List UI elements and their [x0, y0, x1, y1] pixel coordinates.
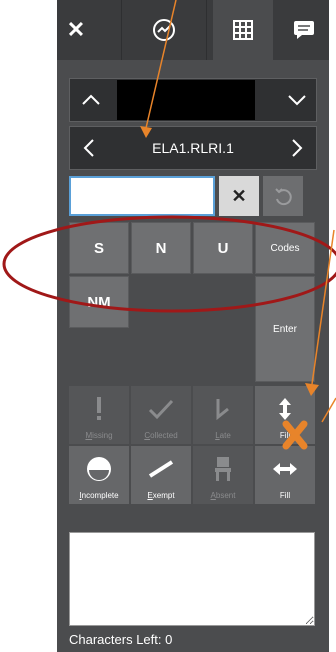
late-icon	[216, 398, 229, 420]
chevron-right-icon	[292, 139, 303, 157]
comment-tab[interactable]	[279, 0, 329, 60]
chevron-up-icon	[82, 94, 100, 105]
grade-entry-panel: ✕ ELA1.RLRI.1 ✕ S N U Codes NM Enter Mis…	[57, 0, 329, 652]
score-key-label: NM	[87, 293, 111, 311]
fill-horizontal-button[interactable]: Fill	[255, 446, 315, 504]
score-key-s[interactable]: S	[69, 222, 129, 274]
slash-icon	[148, 459, 174, 478]
characters-left: Characters Left: 0	[69, 632, 173, 647]
half-circle-icon	[87, 456, 111, 481]
absent-button[interactable]: Absent	[193, 446, 253, 504]
exempt-button[interactable]: Exempt	[131, 446, 191, 504]
late-label: Late	[215, 431, 231, 440]
undo-icon	[275, 188, 292, 206]
missing-label: Missing	[85, 431, 113, 440]
collected-button[interactable]: Collected	[131, 386, 191, 444]
score-key-n[interactable]: N	[131, 222, 191, 274]
grade-input[interactable]	[69, 176, 215, 216]
codes-button[interactable]: Codes	[255, 222, 315, 274]
exempt-label: Exempt	[147, 491, 175, 500]
score-key-label: S	[93, 239, 104, 257]
comment-icon	[294, 21, 314, 39]
fill-label: Fill	[279, 491, 291, 500]
score-key-label: U	[217, 239, 229, 257]
fill-label: Fill	[279, 431, 291, 440]
checkmark-icon	[148, 399, 174, 419]
incomplete-button[interactable]: Incomplete	[69, 446, 129, 504]
previous-student-button[interactable]	[71, 80, 111, 120]
horizontal-arrows-icon	[273, 462, 297, 475]
missing-button[interactable]: Missing	[69, 386, 129, 444]
grid-icon	[233, 20, 253, 40]
comment-textarea[interactable]	[69, 532, 315, 626]
close-button[interactable]: ✕	[57, 0, 95, 60]
chart-tab[interactable]	[121, 0, 207, 60]
vertical-arrows-icon	[279, 397, 291, 420]
absent-label: Absent	[210, 491, 236, 500]
next-student-button[interactable]	[277, 80, 317, 120]
grid-tab[interactable]	[213, 0, 273, 60]
student-name-redacted	[117, 80, 255, 120]
incomplete-label: Incomplete	[79, 491, 119, 500]
chevron-down-icon	[288, 95, 306, 106]
enter-button[interactable]: Enter	[255, 276, 315, 382]
codes-label: Codes	[270, 242, 300, 254]
score-key-nm[interactable]: NM	[69, 276, 129, 328]
score-key-label: N	[155, 239, 167, 257]
trend-chart-icon	[153, 19, 175, 41]
undo-button[interactable]	[263, 176, 303, 216]
exclamation-icon	[97, 396, 101, 420]
chair-icon	[215, 456, 231, 481]
collected-label: Collected	[144, 431, 178, 440]
chevron-left-icon	[83, 139, 94, 157]
close-icon: ✕	[66, 17, 86, 42]
previous-standard-button[interactable]	[71, 128, 107, 168]
top-toolbar: ✕	[57, 0, 329, 60]
late-button[interactable]: Late	[193, 386, 253, 444]
clear-button[interactable]: ✕	[219, 176, 259, 216]
enter-label: Enter	[273, 323, 297, 335]
clear-icon: ✕	[231, 185, 247, 206]
score-key-u[interactable]: U	[193, 222, 253, 274]
next-standard-button[interactable]	[279, 128, 315, 168]
standard-code: ELA1.RLRI.1	[152, 140, 234, 156]
fill-vertical-button[interactable]: Fill	[255, 386, 315, 444]
